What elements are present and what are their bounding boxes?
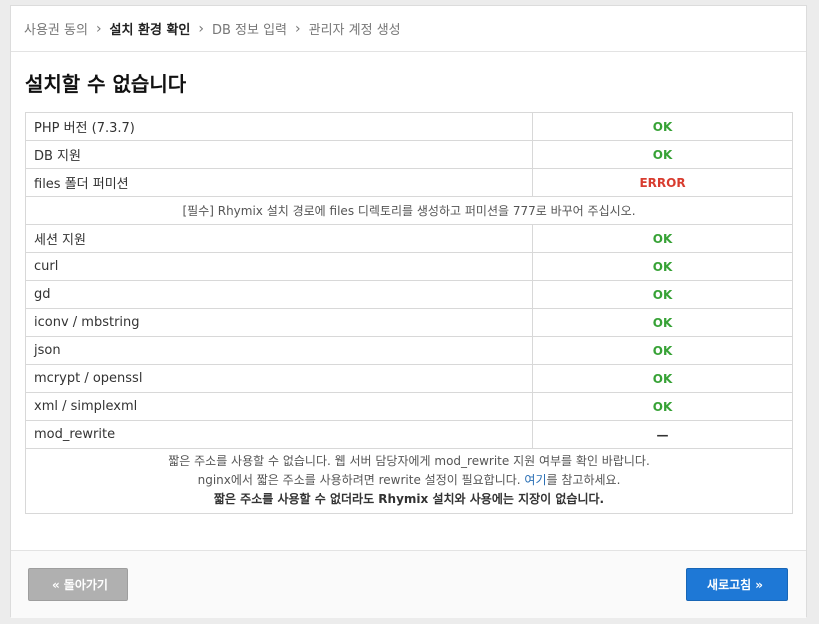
check-name: xml / simplexml: [25, 392, 533, 421]
rewrite-note-line: 짧은 주소를 사용할 수 없습니다. 웹 서버 담당자에게 mod_rewrit…: [168, 454, 650, 468]
double-chevron-left-icon: «: [52, 577, 60, 592]
check-status: OK: [532, 280, 793, 309]
check-status: OK: [532, 252, 793, 281]
check-status: OK: [532, 112, 793, 141]
check-name: json: [25, 336, 533, 365]
back-button-label: 돌아가기: [63, 578, 108, 592]
check-status: OK: [532, 308, 793, 337]
check-status: OK: [532, 224, 793, 253]
files-permission-note: [필수] Rhymix 설치 경로에 files 디렉토리를 생성하고 퍼미션을…: [25, 196, 793, 225]
table-row: mod_rewrite —: [25, 420, 793, 449]
table-row: 짧은 주소를 사용할 수 없습니다. 웹 서버 담당자에게 mod_rewrit…: [25, 448, 793, 514]
check-status: OK: [532, 140, 793, 169]
environment-check-table: PHP 버전 (7.3.7) OK DB 지원 OK files 폴더 퍼미션 …: [25, 112, 793, 514]
refresh-button[interactable]: 새로고침 »: [686, 568, 788, 601]
table-row: DB 지원 OK: [25, 140, 793, 169]
check-name: DB 지원: [25, 140, 533, 169]
check-status: OK: [532, 392, 793, 421]
rewrite-note-text: 를 참고하세요.: [546, 473, 621, 487]
chevron-right-icon: ›: [295, 20, 301, 37]
step-db-info: DB 정보 입력: [211, 23, 288, 38]
table-row: curl OK: [25, 252, 793, 281]
table-row: 세션 지원 OK: [25, 224, 793, 253]
page-title: 설치할 수 없습니다: [25, 72, 187, 96]
rewrite-note-bold: 짧은 주소를 사용할 수 없더라도 Rhymix 설치와 사용에는 지장이 없습…: [213, 492, 605, 506]
refresh-button-label: 새로고침: [707, 578, 752, 592]
rewrite-note-line: nginx에서 짧은 주소를 사용하려면 rewrite 설정이 필요합니다. …: [34, 471, 784, 490]
table-row: [필수] Rhymix 설치 경로에 files 디렉토리를 생성하고 퍼미션을…: [25, 196, 793, 225]
check-status: —: [532, 420, 793, 449]
installer-panel: 사용권 동의 › 설치 환경 확인 › DB 정보 입력 › 관리자 계정 생성…: [10, 5, 807, 618]
table-row: mcrypt / openssl OK: [25, 364, 793, 393]
step-license: 사용권 동의: [24, 23, 88, 38]
check-name: mcrypt / openssl: [25, 364, 533, 393]
chevron-right-icon: ›: [198, 20, 204, 37]
table-row: PHP 버전 (7.3.7) OK: [25, 112, 793, 141]
check-name: PHP 버전 (7.3.7): [25, 112, 533, 141]
table-row: xml / simplexml OK: [25, 392, 793, 421]
step-environment: 설치 환경 확인: [109, 23, 191, 38]
step-breadcrumb: 사용권 동의 › 설치 환경 확인 › DB 정보 입력 › 관리자 계정 생성: [11, 6, 806, 52]
step-admin-account: 관리자 계정 생성: [308, 23, 401, 38]
check-name: files 폴더 퍼미션: [25, 168, 533, 197]
back-button[interactable]: « 돌아가기: [28, 568, 128, 601]
nginx-guide-link[interactable]: 여기: [524, 473, 546, 487]
check-name: gd: [25, 280, 533, 309]
check-status-error: ERROR: [532, 168, 793, 197]
rewrite-note: 짧은 주소를 사용할 수 없습니다. 웹 서버 담당자에게 mod_rewrit…: [25, 448, 793, 514]
rewrite-note-text: nginx에서 짧은 주소를 사용하려면 rewrite 설정이 필요합니다.: [197, 473, 525, 487]
check-name: 세션 지원: [25, 224, 533, 253]
table-row: gd OK: [25, 280, 793, 309]
table-row: json OK: [25, 336, 793, 365]
button-footer: « 돌아가기 새로고침 »: [11, 550, 806, 618]
check-name: curl: [25, 252, 533, 281]
check-status: OK: [532, 336, 793, 365]
check-name: mod_rewrite: [25, 420, 533, 449]
table-row: iconv / mbstring OK: [25, 308, 793, 337]
check-name: iconv / mbstring: [25, 308, 533, 337]
double-chevron-right-icon: »: [755, 577, 763, 592]
table-row: files 폴더 퍼미션 ERROR: [25, 168, 793, 197]
chevron-right-icon: ›: [95, 20, 102, 37]
check-status: OK: [532, 364, 793, 393]
